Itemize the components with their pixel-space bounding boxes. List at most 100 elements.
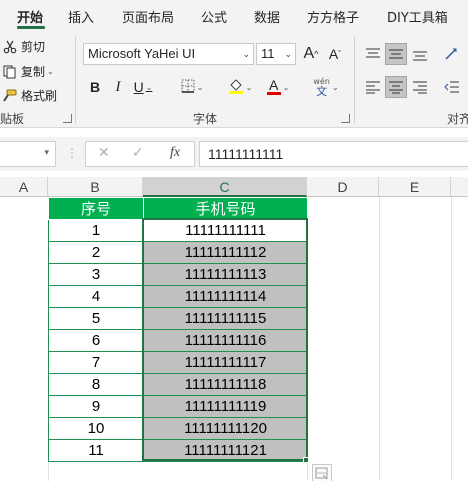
cell-index[interactable]: 6 bbox=[48, 329, 144, 352]
grow-font-button[interactable]: A ^ bbox=[302, 43, 320, 65]
table-row: 5 11111111115 bbox=[48, 307, 308, 330]
column-header-d[interactable]: D bbox=[307, 177, 379, 197]
cell-phone[interactable]: 11111111113 bbox=[143, 263, 308, 286]
cell-phone[interactable]: 11111111121 bbox=[143, 439, 308, 462]
column-header-a[interactable]: A bbox=[0, 177, 48, 197]
cell-phone[interactable]: 11111111112 bbox=[143, 241, 308, 264]
cell-index[interactable]: 9 bbox=[48, 395, 144, 418]
format-painter-button[interactable]: 格式刷 bbox=[2, 87, 57, 104]
font-color-swatch bbox=[266, 92, 281, 95]
header-cell-index[interactable]: 序号 bbox=[48, 197, 144, 220]
align-middle-icon bbox=[389, 49, 403, 59]
cut-button[interactable]: 剪切 bbox=[2, 38, 45, 55]
ribbon-tabs: 开始 插入 页面布局 公式 数据 方方格子 DIY工具箱 bbox=[0, 0, 468, 32]
copy-label: 复制 bbox=[21, 65, 46, 79]
tab-fangfang[interactable]: 方方格子 bbox=[307, 7, 359, 26]
align-bottom-button[interactable] bbox=[409, 43, 431, 65]
cell-phone[interactable]: 11111111115 bbox=[143, 307, 308, 330]
decrease-indent-button[interactable] bbox=[440, 76, 464, 98]
font-name-value: Microsoft YaHei UI bbox=[88, 46, 196, 61]
align-middle-button[interactable] bbox=[385, 43, 407, 65]
tab-page-layout[interactable]: 页面布局 bbox=[122, 7, 174, 26]
column-header-c[interactable]: C bbox=[143, 177, 307, 197]
name-box[interactable]: ▾ bbox=[0, 141, 56, 167]
phonetic-guide-button[interactable]: wén 文 ⌄ bbox=[308, 74, 344, 100]
cell-phone[interactable]: 11111111117 bbox=[143, 351, 308, 374]
decrease-indent-icon bbox=[444, 81, 459, 93]
gridline bbox=[451, 197, 452, 481]
italic-button[interactable]: I bbox=[109, 76, 127, 98]
font-name-select[interactable]: Microsoft YaHei UI ⌄ bbox=[83, 43, 254, 65]
tab-home[interactable]: 开始 bbox=[17, 7, 43, 26]
ribbon: 剪切 复制 ⌄ 格式刷 贴板 Microsoft YaHei UI ⌄ 11 ⌄… bbox=[0, 32, 468, 128]
cancel-icon[interactable]: ✕ bbox=[98, 145, 110, 161]
tab-data[interactable]: 数据 bbox=[254, 7, 280, 26]
align-bottom-icon bbox=[413, 51, 427, 61]
paintbrush-icon bbox=[2, 88, 18, 104]
cell-phone[interactable]: 11111111111 bbox=[143, 219, 308, 242]
borders-icon bbox=[181, 79, 195, 96]
bold-button[interactable]: B bbox=[86, 76, 104, 98]
fill-handle[interactable] bbox=[303, 457, 309, 463]
cell-phone[interactable]: 11111111119 bbox=[143, 395, 308, 418]
font-size-select[interactable]: 11 ⌄ bbox=[256, 43, 296, 65]
align-left-button[interactable] bbox=[362, 76, 384, 98]
chevron-down-icon: ⌄ bbox=[331, 82, 339, 92]
cell-phone[interactable]: 11111111118 bbox=[143, 373, 308, 396]
cell-phone[interactable]: 11111111114 bbox=[143, 285, 308, 308]
splitter-handle[interactable]: ⋮ bbox=[66, 146, 78, 160]
cell-index[interactable]: 7 bbox=[48, 351, 144, 374]
table-row: 9 11111111119 bbox=[48, 395, 308, 418]
font-group-label: 字体 bbox=[193, 112, 218, 126]
column-header-f[interactable] bbox=[451, 177, 468, 197]
table-row: 2 11111111112 bbox=[48, 241, 308, 264]
enter-icon[interactable]: ✓ bbox=[132, 145, 144, 161]
table-row: 6 11111111116 bbox=[48, 329, 308, 352]
formula-input[interactable]: 11111111111 bbox=[199, 141, 468, 167]
cell-index[interactable]: 4 bbox=[48, 285, 144, 308]
clipboard-group-label: 贴板 bbox=[0, 112, 25, 126]
tab-diy-toolbox[interactable]: DIY工具箱 bbox=[387, 7, 448, 26]
align-right-button[interactable] bbox=[409, 76, 431, 98]
chevron-down-icon[interactable]: ⌄ bbox=[47, 67, 54, 76]
cell-phone[interactable]: 11111111120 bbox=[143, 417, 308, 440]
column-header-b[interactable]: B bbox=[48, 177, 143, 197]
chevron-down-icon[interactable]: ▾ bbox=[44, 148, 49, 158]
cell-index[interactable]: 10 bbox=[48, 417, 144, 440]
cell-index[interactable]: 5 bbox=[48, 307, 144, 330]
cell-phone[interactable]: 11111111116 bbox=[143, 329, 308, 352]
cell-index[interactable]: 11 bbox=[48, 439, 144, 462]
font-color-button[interactable]: A ⌄ bbox=[262, 76, 294, 98]
copy-button[interactable]: 复制 ⌄ bbox=[2, 63, 54, 80]
fill-color-button[interactable]: ⌄ bbox=[224, 76, 256, 98]
cell-index[interactable]: 2 bbox=[48, 241, 144, 264]
font-color-letter: A bbox=[268, 77, 279, 93]
underline-button[interactable]: U ⌄ bbox=[132, 76, 154, 98]
column-header-e[interactable]: E bbox=[379, 177, 451, 197]
grow-font-label: A bbox=[303, 45, 315, 62]
scissors-icon bbox=[2, 39, 18, 55]
chevron-down-icon: ⌄ bbox=[145, 82, 153, 92]
gridline bbox=[379, 197, 380, 481]
cell-index[interactable]: 8 bbox=[48, 373, 144, 396]
font-color-icon: A bbox=[266, 77, 281, 95]
insert-function-icon[interactable]: fx bbox=[170, 145, 180, 161]
align-center-button[interactable] bbox=[385, 76, 407, 98]
tab-insert[interactable]: 插入 bbox=[68, 7, 94, 26]
font-launcher-icon[interactable] bbox=[341, 114, 350, 123]
align-center-icon bbox=[389, 81, 403, 94]
clipboard-launcher-icon[interactable] bbox=[63, 114, 72, 123]
orientation-button[interactable] bbox=[440, 43, 464, 65]
group-divider bbox=[354, 36, 355, 124]
quick-analysis-icon[interactable] bbox=[312, 464, 332, 481]
header-cell-phone[interactable]: 手机号码 bbox=[143, 197, 308, 220]
shrink-font-label: A bbox=[328, 46, 339, 62]
borders-button[interactable]: ⌄ bbox=[177, 76, 207, 98]
cell-index[interactable]: 3 bbox=[48, 263, 144, 286]
tab-formulas[interactable]: 公式 bbox=[201, 7, 227, 26]
chevron-down-icon: ⌄ bbox=[282, 82, 290, 92]
cell-index[interactable]: 1 bbox=[48, 219, 144, 242]
align-top-button[interactable] bbox=[362, 43, 384, 65]
shrink-font-button[interactable]: Aˇ bbox=[326, 43, 344, 65]
table-row: 3 11111111113 bbox=[48, 263, 308, 286]
